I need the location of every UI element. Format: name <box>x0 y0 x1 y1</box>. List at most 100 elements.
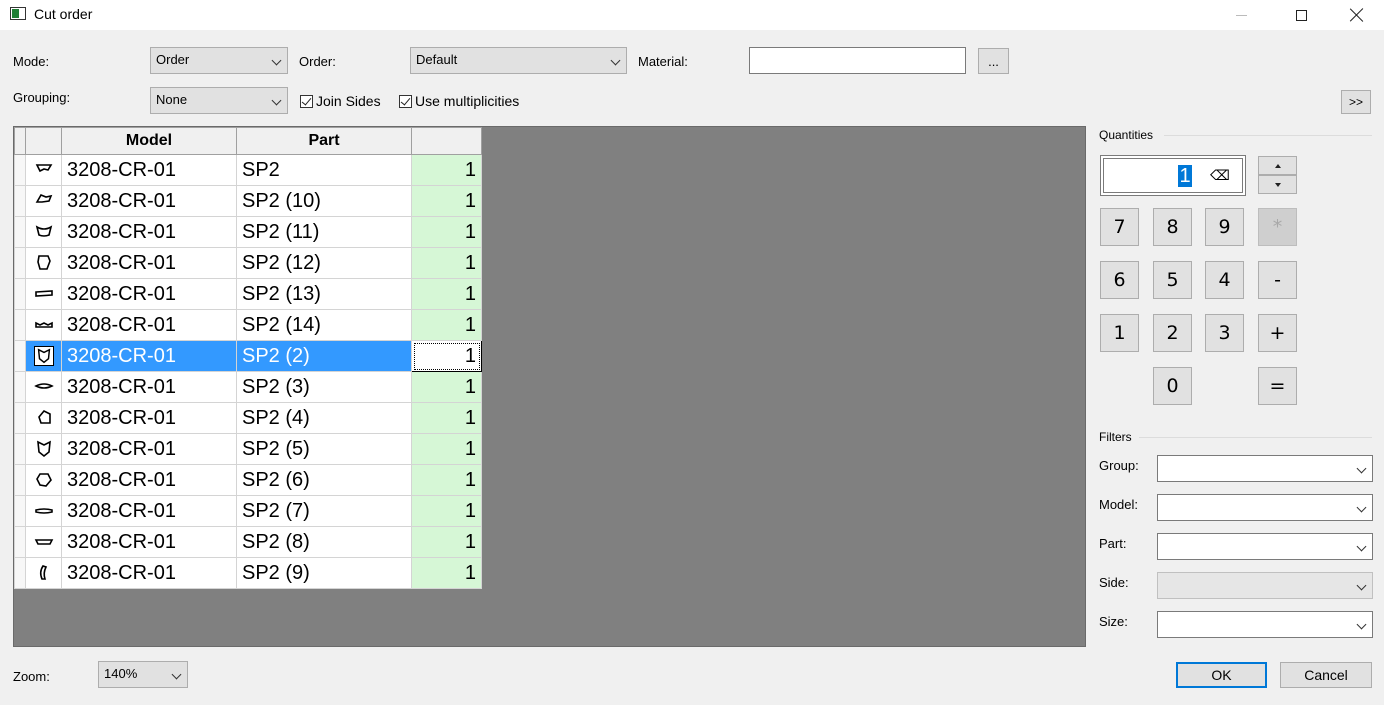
quantity-display[interactable]: 1 ⌫ <box>1100 155 1246 196</box>
quantity-cell[interactable]: 1 <box>411 526 482 558</box>
part-cell[interactable]: SP2 (13) <box>236 278 412 310</box>
part-cell[interactable]: SP2 (14) <box>236 309 412 341</box>
quantity-value[interactable]: 1 <box>1178 165 1192 187</box>
table-row[interactable]: 3208-CR-01 SP2 (13) 1 <box>14 278 482 310</box>
part-cell[interactable]: SP2 (12) <box>236 247 412 279</box>
zoom-select[interactable]: 140% <box>98 661 188 688</box>
cancel-button[interactable]: Cancel <box>1280 662 1372 688</box>
column-header-quantity[interactable] <box>411 127 482 155</box>
keypad-3-button[interactable]: 3 <box>1205 314 1244 352</box>
model-cell[interactable]: 3208-CR-01 <box>61 154 237 186</box>
model-cell[interactable]: 3208-CR-01 <box>61 247 237 279</box>
row-selector[interactable] <box>14 433 26 465</box>
table-row[interactable]: 3208-CR-01 SP2 (5) 1 <box>14 433 482 465</box>
row-selector[interactable] <box>14 495 26 527</box>
table-row[interactable]: 3208-CR-01 SP2 (14) 1 <box>14 309 482 341</box>
model-cell[interactable]: 3208-CR-01 <box>61 433 237 465</box>
part-shape-cell[interactable] <box>25 371 62 403</box>
model-cell[interactable]: 3208-CR-01 <box>61 185 237 217</box>
quantity-cell[interactable]: 1 <box>411 185 482 217</box>
keypad-9-button[interactable]: 9 <box>1205 208 1244 246</box>
quantity-cell[interactable]: 1 <box>411 278 482 310</box>
part-cell[interactable]: SP2 (6) <box>236 464 412 496</box>
keypad-1-button[interactable]: 1 <box>1100 314 1139 352</box>
row-selector[interactable] <box>14 247 26 279</box>
part-shape-cell[interactable] <box>25 495 62 527</box>
order-select[interactable]: Default <box>410 47 627 74</box>
part-cell[interactable]: SP2 (3) <box>236 371 412 403</box>
part-cell[interactable]: SP2 (11) <box>236 216 412 248</box>
keypad-6-button[interactable]: 6 <box>1100 261 1139 299</box>
row-selector[interactable] <box>14 185 26 217</box>
row-selector[interactable] <box>14 154 26 186</box>
join-sides-checkbox[interactable]: Join Sides <box>300 93 381 109</box>
part-shape-cell[interactable] <box>25 185 62 217</box>
table-row[interactable]: 3208-CR-01 SP2 (9) 1 <box>14 557 482 589</box>
model-cell[interactable]: 3208-CR-01 <box>61 526 237 558</box>
quantity-cell[interactable]: 1 <box>411 402 482 434</box>
table-row[interactable]: 3208-CR-01 SP2 (3) 1 <box>14 371 482 403</box>
part-shape-cell[interactable] <box>25 340 62 372</box>
mode-select[interactable]: Order <box>150 47 288 74</box>
part-shape-cell[interactable] <box>25 216 62 248</box>
grouping-select[interactable]: None <box>150 87 288 114</box>
part-shape-cell[interactable] <box>25 557 62 589</box>
group-filter-select[interactable] <box>1157 455 1373 482</box>
keypad-0-button[interactable]: 0 <box>1153 367 1192 405</box>
part-cell[interactable]: SP2 (2) <box>236 340 412 372</box>
keypad-minus-button[interactable]: - <box>1258 261 1297 299</box>
table-row[interactable]: 3208-CR-01 SP2 (6) 1 <box>14 464 482 496</box>
part-shape-cell[interactable] <box>25 526 62 558</box>
part-shape-cell[interactable] <box>25 402 62 434</box>
model-cell[interactable]: 3208-CR-01 <box>61 495 237 527</box>
part-shape-cell[interactable] <box>25 464 62 496</box>
part-cell[interactable]: SP2 (7) <box>236 495 412 527</box>
quantity-cell[interactable]: 1 <box>411 557 482 589</box>
column-header-model[interactable]: Model <box>61 127 237 155</box>
keypad-plus-button[interactable]: + <box>1258 314 1297 352</box>
row-selector[interactable] <box>14 216 26 248</box>
quantity-cell[interactable]: 1 <box>411 495 482 527</box>
row-selector[interactable] <box>14 309 26 341</box>
maximize-button[interactable] <box>1278 0 1324 30</box>
expand-panel-button[interactable]: >> <box>1341 90 1371 114</box>
column-header-part[interactable]: Part <box>236 127 412 155</box>
row-selector[interactable] <box>14 402 26 434</box>
quantity-cell[interactable]: 1 <box>411 216 482 248</box>
part-shape-cell[interactable] <box>25 433 62 465</box>
keypad-5-button[interactable]: 5 <box>1153 261 1192 299</box>
quantity-cell[interactable]: 1 <box>411 371 482 403</box>
model-cell[interactable]: 3208-CR-01 <box>61 371 237 403</box>
row-selector[interactable] <box>14 278 26 310</box>
table-row[interactable]: 3208-CR-01 SP2 (7) 1 <box>14 495 482 527</box>
model-cell[interactable]: 3208-CR-01 <box>61 216 237 248</box>
quantity-decrement-button[interactable] <box>1258 175 1297 194</box>
model-filter-select[interactable] <box>1157 494 1373 521</box>
part-cell[interactable]: SP2 <box>236 154 412 186</box>
keypad-2-button[interactable]: 2 <box>1153 314 1192 352</box>
ok-button[interactable]: OK <box>1176 662 1267 688</box>
part-cell[interactable]: SP2 (5) <box>236 433 412 465</box>
quantity-cell[interactable]: 1 <box>411 309 482 341</box>
part-cell[interactable]: SP2 (8) <box>236 526 412 558</box>
table-row[interactable]: 3208-CR-01 SP2 1 <box>14 154 482 186</box>
model-cell[interactable]: 3208-CR-01 <box>61 309 237 341</box>
keypad-7-button[interactable]: 7 <box>1100 208 1139 246</box>
part-filter-select[interactable] <box>1157 533 1373 560</box>
part-shape-cell[interactable] <box>25 309 62 341</box>
keypad-multiply-button[interactable]: * <box>1258 208 1297 246</box>
row-selector[interactable] <box>14 371 26 403</box>
table-row[interactable]: 3208-CR-01 SP2 (8) 1 <box>14 526 482 558</box>
use-multiplicities-checkbox[interactable]: Use multiplicities <box>399 93 519 109</box>
model-cell[interactable]: 3208-CR-01 <box>61 557 237 589</box>
part-cell[interactable]: SP2 (10) <box>236 185 412 217</box>
minimize-button[interactable] <box>1218 0 1264 30</box>
part-cell[interactable]: SP2 (4) <box>236 402 412 434</box>
keypad-equals-button[interactable]: = <box>1258 367 1297 405</box>
keypad-4-button[interactable]: 4 <box>1205 261 1244 299</box>
part-shape-cell[interactable] <box>25 154 62 186</box>
material-input[interactable] <box>749 47 966 74</box>
model-cell[interactable]: 3208-CR-01 <box>61 278 237 310</box>
material-browse-button[interactable]: ... <box>978 48 1009 74</box>
table-row[interactable]: 3208-CR-01 SP2 (4) 1 <box>14 402 482 434</box>
